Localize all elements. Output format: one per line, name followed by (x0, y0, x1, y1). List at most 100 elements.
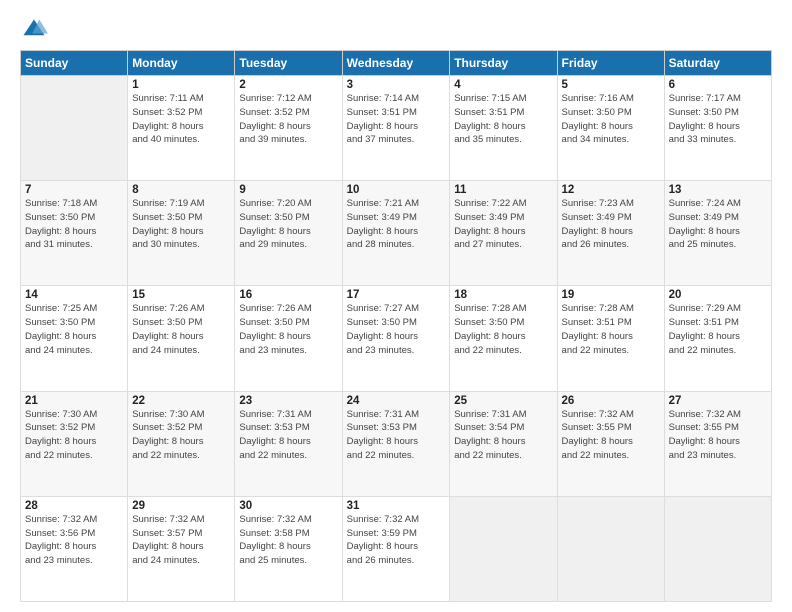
day-number: 28 (25, 500, 123, 512)
day-number: 31 (347, 500, 446, 512)
day-info: Sunrise: 7:31 AM Sunset: 3:53 PM Dayligh… (239, 408, 337, 463)
calendar-cell (664, 496, 771, 601)
calendar-cell: 13Sunrise: 7:24 AM Sunset: 3:49 PM Dayli… (664, 181, 771, 286)
day-number: 15 (132, 289, 230, 301)
calendar-week-row: 14Sunrise: 7:25 AM Sunset: 3:50 PM Dayli… (21, 286, 772, 391)
weekday-header: Saturday (664, 51, 771, 76)
day-number: 21 (25, 395, 123, 407)
day-info: Sunrise: 7:32 AM Sunset: 3:55 PM Dayligh… (669, 408, 767, 463)
calendar-table: SundayMondayTuesdayWednesdayThursdayFrid… (20, 50, 772, 602)
day-info: Sunrise: 7:24 AM Sunset: 3:49 PM Dayligh… (669, 197, 767, 252)
day-number: 6 (669, 79, 767, 91)
day-number: 20 (669, 289, 767, 301)
calendar-week-row: 21Sunrise: 7:30 AM Sunset: 3:52 PM Dayli… (21, 391, 772, 496)
day-info: Sunrise: 7:14 AM Sunset: 3:51 PM Dayligh… (347, 92, 446, 147)
weekday-header: Monday (128, 51, 235, 76)
day-info: Sunrise: 7:32 AM Sunset: 3:59 PM Dayligh… (347, 513, 446, 568)
day-info: Sunrise: 7:16 AM Sunset: 3:50 PM Dayligh… (562, 92, 660, 147)
header (20, 16, 772, 44)
weekday-header: Thursday (450, 51, 557, 76)
day-number: 12 (562, 184, 660, 196)
calendar-week-row: 7Sunrise: 7:18 AM Sunset: 3:50 PM Daylig… (21, 181, 772, 286)
weekday-header: Tuesday (235, 51, 342, 76)
day-info: Sunrise: 7:22 AM Sunset: 3:49 PM Dayligh… (454, 197, 552, 252)
calendar-body: 1Sunrise: 7:11 AM Sunset: 3:52 PM Daylig… (21, 76, 772, 602)
calendar-cell: 22Sunrise: 7:30 AM Sunset: 3:52 PM Dayli… (128, 391, 235, 496)
calendar-cell (21, 76, 128, 181)
day-info: Sunrise: 7:20 AM Sunset: 3:50 PM Dayligh… (239, 197, 337, 252)
day-number: 30 (239, 500, 337, 512)
day-number: 3 (347, 79, 446, 91)
day-number: 18 (454, 289, 552, 301)
calendar-cell: 18Sunrise: 7:28 AM Sunset: 3:50 PM Dayli… (450, 286, 557, 391)
day-info: Sunrise: 7:28 AM Sunset: 3:51 PM Dayligh… (562, 302, 660, 357)
logo-icon (20, 16, 48, 44)
calendar-cell: 17Sunrise: 7:27 AM Sunset: 3:50 PM Dayli… (342, 286, 450, 391)
day-number: 16 (239, 289, 337, 301)
day-info: Sunrise: 7:18 AM Sunset: 3:50 PM Dayligh… (25, 197, 123, 252)
calendar-cell: 8Sunrise: 7:19 AM Sunset: 3:50 PM Daylig… (128, 181, 235, 286)
calendar-cell: 3Sunrise: 7:14 AM Sunset: 3:51 PM Daylig… (342, 76, 450, 181)
day-number: 29 (132, 500, 230, 512)
calendar-cell: 10Sunrise: 7:21 AM Sunset: 3:49 PM Dayli… (342, 181, 450, 286)
day-number: 19 (562, 289, 660, 301)
calendar-week-row: 28Sunrise: 7:32 AM Sunset: 3:56 PM Dayli… (21, 496, 772, 601)
day-info: Sunrise: 7:19 AM Sunset: 3:50 PM Dayligh… (132, 197, 230, 252)
calendar-cell: 24Sunrise: 7:31 AM Sunset: 3:53 PM Dayli… (342, 391, 450, 496)
day-number: 10 (347, 184, 446, 196)
day-info: Sunrise: 7:30 AM Sunset: 3:52 PM Dayligh… (25, 408, 123, 463)
day-number: 22 (132, 395, 230, 407)
page: SundayMondayTuesdayWednesdayThursdayFrid… (0, 0, 792, 612)
calendar-cell (450, 496, 557, 601)
day-info: Sunrise: 7:32 AM Sunset: 3:57 PM Dayligh… (132, 513, 230, 568)
calendar-cell: 31Sunrise: 7:32 AM Sunset: 3:59 PM Dayli… (342, 496, 450, 601)
day-info: Sunrise: 7:31 AM Sunset: 3:54 PM Dayligh… (454, 408, 552, 463)
day-info: Sunrise: 7:28 AM Sunset: 3:50 PM Dayligh… (454, 302, 552, 357)
calendar-cell: 19Sunrise: 7:28 AM Sunset: 3:51 PM Dayli… (557, 286, 664, 391)
day-number: 7 (25, 184, 123, 196)
day-info: Sunrise: 7:26 AM Sunset: 3:50 PM Dayligh… (239, 302, 337, 357)
calendar-cell: 14Sunrise: 7:25 AM Sunset: 3:50 PM Dayli… (21, 286, 128, 391)
day-info: Sunrise: 7:12 AM Sunset: 3:52 PM Dayligh… (239, 92, 337, 147)
calendar-cell (557, 496, 664, 601)
day-info: Sunrise: 7:30 AM Sunset: 3:52 PM Dayligh… (132, 408, 230, 463)
calendar-cell: 16Sunrise: 7:26 AM Sunset: 3:50 PM Dayli… (235, 286, 342, 391)
logo (20, 16, 52, 44)
day-info: Sunrise: 7:32 AM Sunset: 3:56 PM Dayligh… (25, 513, 123, 568)
day-number: 25 (454, 395, 552, 407)
day-number: 13 (669, 184, 767, 196)
calendar-cell: 29Sunrise: 7:32 AM Sunset: 3:57 PM Dayli… (128, 496, 235, 601)
day-info: Sunrise: 7:29 AM Sunset: 3:51 PM Dayligh… (669, 302, 767, 357)
day-number: 11 (454, 184, 552, 196)
day-number: 1 (132, 79, 230, 91)
calendar-cell: 20Sunrise: 7:29 AM Sunset: 3:51 PM Dayli… (664, 286, 771, 391)
calendar-cell: 9Sunrise: 7:20 AM Sunset: 3:50 PM Daylig… (235, 181, 342, 286)
day-number: 8 (132, 184, 230, 196)
calendar-cell: 28Sunrise: 7:32 AM Sunset: 3:56 PM Dayli… (21, 496, 128, 601)
day-info: Sunrise: 7:31 AM Sunset: 3:53 PM Dayligh… (347, 408, 446, 463)
calendar-cell: 11Sunrise: 7:22 AM Sunset: 3:49 PM Dayli… (450, 181, 557, 286)
day-info: Sunrise: 7:27 AM Sunset: 3:50 PM Dayligh… (347, 302, 446, 357)
calendar-header-row: SundayMondayTuesdayWednesdayThursdayFrid… (21, 51, 772, 76)
calendar-cell: 30Sunrise: 7:32 AM Sunset: 3:58 PM Dayli… (235, 496, 342, 601)
day-number: 2 (239, 79, 337, 91)
day-number: 17 (347, 289, 446, 301)
calendar-cell: 27Sunrise: 7:32 AM Sunset: 3:55 PM Dayli… (664, 391, 771, 496)
calendar-cell: 21Sunrise: 7:30 AM Sunset: 3:52 PM Dayli… (21, 391, 128, 496)
weekday-header: Sunday (21, 51, 128, 76)
day-number: 23 (239, 395, 337, 407)
calendar-cell: 6Sunrise: 7:17 AM Sunset: 3:50 PM Daylig… (664, 76, 771, 181)
calendar-cell: 1Sunrise: 7:11 AM Sunset: 3:52 PM Daylig… (128, 76, 235, 181)
day-number: 5 (562, 79, 660, 91)
weekday-header: Wednesday (342, 51, 450, 76)
calendar-cell: 5Sunrise: 7:16 AM Sunset: 3:50 PM Daylig… (557, 76, 664, 181)
calendar-cell: 23Sunrise: 7:31 AM Sunset: 3:53 PM Dayli… (235, 391, 342, 496)
calendar-cell: 7Sunrise: 7:18 AM Sunset: 3:50 PM Daylig… (21, 181, 128, 286)
calendar-cell: 2Sunrise: 7:12 AM Sunset: 3:52 PM Daylig… (235, 76, 342, 181)
weekday-header: Friday (557, 51, 664, 76)
calendar-cell: 12Sunrise: 7:23 AM Sunset: 3:49 PM Dayli… (557, 181, 664, 286)
day-info: Sunrise: 7:17 AM Sunset: 3:50 PM Dayligh… (669, 92, 767, 147)
day-info: Sunrise: 7:11 AM Sunset: 3:52 PM Dayligh… (132, 92, 230, 147)
day-info: Sunrise: 7:23 AM Sunset: 3:49 PM Dayligh… (562, 197, 660, 252)
day-info: Sunrise: 7:32 AM Sunset: 3:58 PM Dayligh… (239, 513, 337, 568)
